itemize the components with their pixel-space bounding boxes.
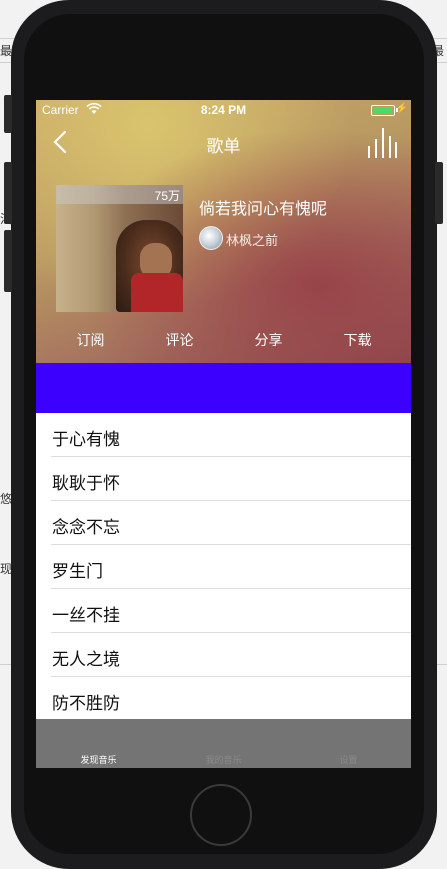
mute-switch [4,95,12,133]
playlist-actions: 订阅 评论 分享 下载 [36,330,411,352]
song-title: 无人之境 [52,650,120,670]
navigation-bar: 歌单 [36,120,411,164]
charging-icon: ⚡ [395,103,408,114]
song-row[interactable]: 无人之境 [36,633,411,677]
play-count: 75万 [154,189,180,203]
song-title: 念念不忘 [52,518,120,538]
song-title: 于心有愧 [52,430,120,450]
status-time: 8:24 PM [200,103,247,117]
song-title: 耿耿于怀 [52,474,120,494]
power-button [435,162,443,224]
status-bar: Carrier 8:24 PM ⚡ [36,100,411,120]
playlist-cover[interactable]: 75万 [56,185,183,312]
song-row[interactable]: 念念不忘 [36,501,411,545]
now-playing-button[interactable] [367,126,397,158]
tab-my-music[interactable]: 我的音乐 [161,753,286,766]
tab-settings[interactable]: 设置 [286,753,411,766]
song-title: 一丝不挂 [52,606,120,626]
volume-down-button [4,230,12,292]
volume-up-button [4,162,12,224]
equalizer-icon [368,128,397,158]
playlist-name: 倘若我问心有愧呢 [199,199,328,218]
creator-name[interactable]: 林枫之前 [226,230,278,249]
song-row[interactable]: 一丝不挂 [36,589,411,633]
tab-discover-music[interactable]: 发现音乐 [36,753,161,766]
download-button[interactable]: 下载 [311,330,404,350]
song-list: 于心有愧 耿耿于怀 念念不忘 罗生门 一丝不挂 无人之境 防不胜防 [36,413,411,721]
battery-icon [371,105,395,116]
song-title: 防不胜防 [52,694,120,714]
song-row[interactable]: 耿耿于怀 [36,457,411,501]
creator-avatar[interactable] [199,226,223,250]
song-row[interactable]: 于心有愧 [36,413,411,457]
app-screen: Carrier 8:24 PM ⚡ 歌单 75万 倘若我问心有愧呢 林枫之前 订… [36,100,411,768]
page-title: 歌单 [206,137,241,157]
cover-scarf [131,273,183,312]
share-button[interactable]: 分享 [222,330,315,350]
playlist-header: Carrier 8:24 PM ⚡ 歌单 75万 倘若我问心有愧呢 林枫之前 订… [36,100,411,363]
subscribe-button[interactable]: 订阅 [44,330,137,350]
tab-bar: 发现音乐 我的音乐 设置 [36,719,411,768]
home-button[interactable] [190,784,252,846]
song-row[interactable]: 防不胜防 [36,677,411,721]
comment-button[interactable]: 评论 [133,330,226,350]
song-row[interactable]: 罗生门 [36,545,411,589]
blue-banner [36,363,411,413]
song-title: 罗生门 [52,562,103,582]
